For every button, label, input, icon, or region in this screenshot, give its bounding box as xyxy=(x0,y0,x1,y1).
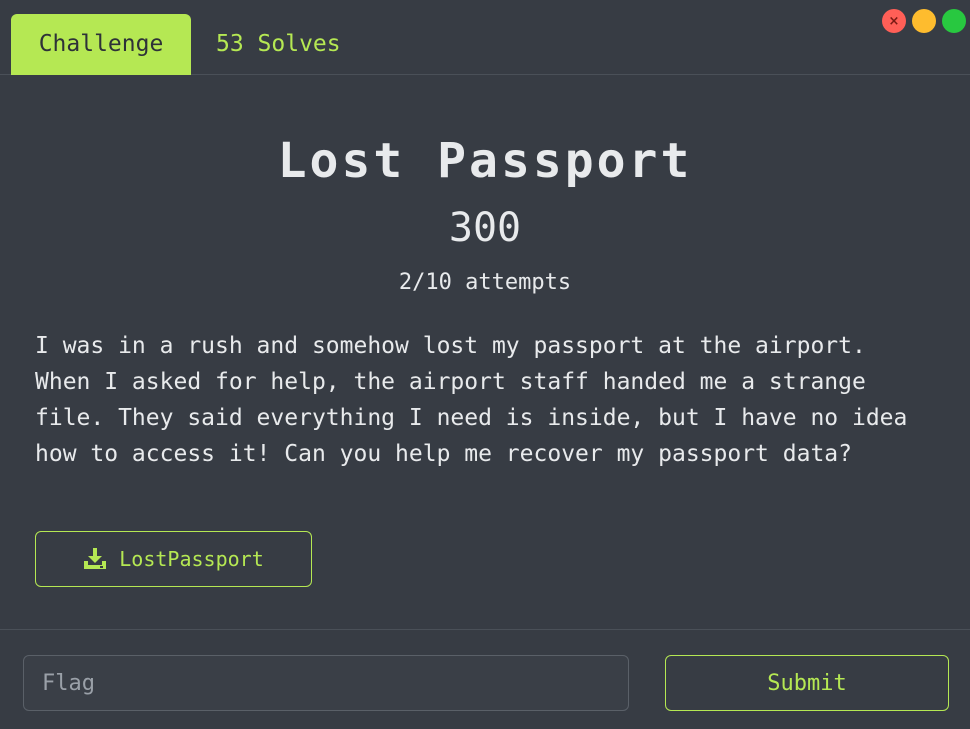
flag-input[interactable] xyxy=(23,655,629,711)
tab-bar: Challenge 53 Solves × xyxy=(0,0,970,75)
close-window-button[interactable]: × xyxy=(882,9,906,33)
minimize-window-button[interactable] xyxy=(912,9,936,33)
window-controls: × xyxy=(882,9,966,33)
challenge-points: 300 xyxy=(448,205,522,251)
download-icon xyxy=(83,547,107,571)
challenge-description: I was in a rush and somehow lost my pass… xyxy=(35,333,908,467)
tab-challenge[interactable]: Challenge xyxy=(11,14,191,75)
submit-button[interactable]: Submit xyxy=(665,655,949,711)
close-icon: × xyxy=(888,13,900,29)
challenge-title: Lost Passport xyxy=(277,133,693,189)
challenge-window: Challenge 53 Solves × Lost Passport 300 … xyxy=(0,0,970,729)
download-file-button[interactable]: LostPassport xyxy=(35,531,312,587)
submission-form: Submit xyxy=(0,629,970,729)
file-label: LostPassport xyxy=(119,547,264,571)
tab-solves[interactable]: 53 Solves xyxy=(191,14,366,75)
attempts-counter: 2/10 attempts xyxy=(398,270,572,295)
maximize-window-button[interactable] xyxy=(942,9,966,33)
